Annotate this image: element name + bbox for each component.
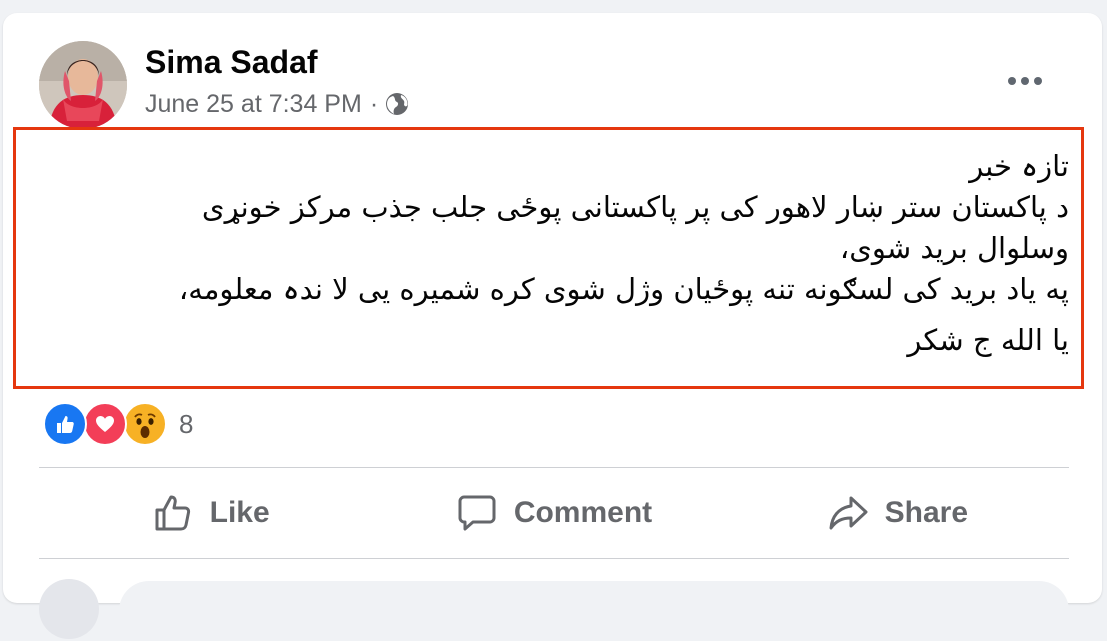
globe-icon[interactable] [384, 91, 410, 117]
share-button-label: Share [884, 496, 969, 529]
more-options-icon[interactable] [1000, 61, 1050, 101]
wow-reaction-icon [123, 402, 167, 446]
comment-button-label: Comment [513, 496, 653, 529]
comment-input[interactable] [119, 581, 1069, 641]
comment-icon [458, 495, 496, 531]
author-name[interactable]: Sima Sadaf [145, 43, 318, 81]
love-reaction-icon [83, 402, 127, 446]
more-dot [1034, 77, 1042, 85]
like-button-label: Like [209, 496, 270, 529]
post-meta: June 25 at 7:34 PM · [145, 89, 410, 119]
post-text-line: یا الله ج شکر [907, 323, 1069, 357]
comment-button[interactable]: Comment [382, 473, 725, 553]
more-dot [1021, 77, 1029, 85]
like-button[interactable]: Like [39, 473, 382, 553]
divider [39, 467, 1069, 468]
post-text-line: تازہ خبر [969, 149, 1069, 183]
reaction-count[interactable]: 8 [179, 409, 193, 440]
like-reaction-icon [43, 402, 87, 446]
post-action-bar: Like Comment Share [39, 473, 1069, 553]
post-text-line: وسلوال برید شوی، [839, 231, 1069, 265]
share-icon [829, 496, 868, 530]
avatar-photo [39, 41, 127, 129]
author-avatar[interactable] [39, 41, 127, 129]
post-text-line: په یاد برید کی لسګونه تنه پوځیان وژل شوی… [178, 272, 1069, 306]
divider [39, 558, 1069, 559]
post-text-highlighted: تازہ خبر د پاکستان ستر ښار لاهور کی پر پ… [13, 127, 1084, 389]
meta-separator: · [369, 89, 379, 118]
commenter-avatar[interactable] [39, 579, 99, 639]
post-text-line: د پاکستان ستر ښار لاهور کی پر پاکستانی پ… [201, 190, 1069, 224]
more-dot [1008, 77, 1016, 85]
post-card: Sima Sadaf June 25 at 7:34 PM · تازہ خبر… [3, 13, 1102, 641]
reaction-summary[interactable]: 8 [43, 401, 193, 447]
thumbs-up-icon [155, 495, 190, 531]
share-button[interactable]: Share [726, 473, 1069, 553]
post-timestamp[interactable]: June 25 at 7:34 PM [145, 90, 362, 119]
